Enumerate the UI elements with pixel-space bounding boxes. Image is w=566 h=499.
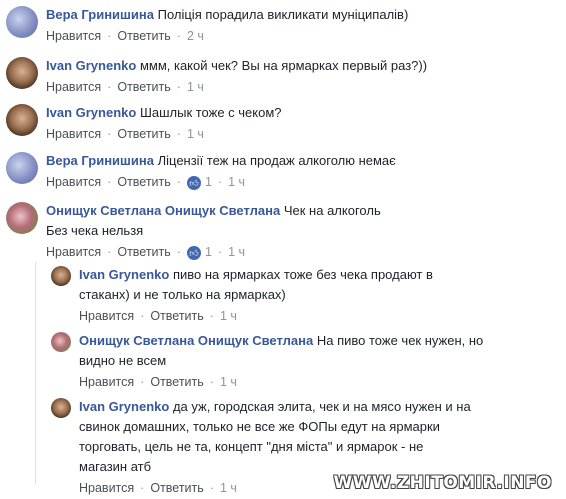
separator: · [176,245,181,259]
avatar[interactable] [6,104,38,136]
separator: · [209,375,214,389]
comment-author[interactable]: Онищук Светлана Онищук Светлана [79,333,313,348]
thumbs-up-icon: 👍︎ [186,245,201,260]
comment-author[interactable]: Онищук Светлана Онищук Светлана [46,203,280,218]
reply-button[interactable]: Ответить [150,308,203,325]
comment-text: Поліція порадила викликати муніципалів) [157,7,409,22]
separator: · [217,245,223,259]
separator: · [107,245,112,259]
avatar[interactable] [6,57,38,89]
comment-author[interactable]: Ivan Grynenko [46,58,136,73]
separator: · [140,481,145,495]
comment-text: На пиво тоже чек нужен, но [316,333,484,348]
timestamp[interactable]: 1 ч [220,374,237,391]
like-button[interactable]: Нравится [79,308,134,325]
separator: · [140,309,145,323]
timestamp[interactable]: 1 ч [220,480,237,497]
comment: Вера Гринишина Поліція порадила викликат… [6,6,408,45]
timestamp[interactable]: 2 ч [187,28,204,45]
like-button[interactable]: Нравится [46,174,101,191]
avatar[interactable] [6,152,38,184]
comment-text: да уж, городская элита, чек и на мясо ну… [172,399,471,414]
reply-button[interactable]: Ответить [117,126,170,143]
like-button[interactable]: Нравится [79,480,134,497]
avatar[interactable] [51,266,71,286]
avatar[interactable] [6,202,38,234]
like-button[interactable]: Нравится [46,79,101,96]
reply-button[interactable]: Ответить [117,174,170,191]
comment: Ivan Grynenko Шашлык тоже с чеком? Нрави… [6,104,282,143]
separator: · [176,80,181,94]
reply-button[interactable]: Ответить [117,79,170,96]
like-button[interactable]: Нравится [46,28,101,45]
timestamp[interactable]: 1 ч [187,126,204,143]
separator: · [176,175,181,189]
separator: · [209,309,214,323]
reply-button[interactable]: Ответить [117,28,170,45]
comment-author[interactable]: Ivan Grynenko [46,105,136,120]
comment-author[interactable]: Ivan Grynenko [79,399,169,414]
comment-text-line: свинок домашних, только не все же ФОПы е… [79,419,440,434]
like-button[interactable]: Нравится [46,244,101,261]
separator: · [107,29,112,43]
timestamp[interactable]: 1 ч [220,308,237,325]
comment: Онищук Светлана Онищук Светлана Чек на а… [6,202,381,261]
comment: Вера Гринишина Ліцензії теж на продаж ал… [6,152,396,191]
avatar[interactable] [51,332,71,352]
reply-comment: Ivan Grynenko пиво на ярмарках тоже без … [51,266,433,325]
separator: · [176,29,181,43]
separator: · [209,481,214,495]
separator: · [140,375,145,389]
like-button[interactable]: Нравится [79,374,134,391]
comment-text: ммм, какой чек? Вы на ярмарках первый ра… [139,58,428,73]
comment-text: Шашлык тоже с чеком? [139,105,282,120]
like-count: 1 [204,175,212,189]
comment-author[interactable]: Ivan Grynenko [79,267,169,282]
reply-button[interactable]: Ответить [150,374,203,391]
comment: Ivan Grynenko ммм, какой чек? Вы на ярма… [6,57,427,96]
comment-author[interactable]: Вера Гринишина [46,153,154,168]
avatar[interactable] [6,6,38,38]
comment-text-line: торговать, цель не та, концепт "дня міст… [79,439,424,454]
avatar[interactable] [51,398,71,418]
separator: · [107,80,112,94]
separator: · [107,127,112,141]
reply-button[interactable]: Ответить [150,480,203,497]
separator: · [217,175,223,189]
comment-text: Чек на алкоголь [283,203,381,218]
comment-author[interactable]: Вера Гринишина [46,7,154,22]
comment-text: пиво на ярмарках тоже без чека продают в [172,267,433,282]
watermark: WWW.ZHITOMIR.INFO [333,473,552,493]
separator: · [107,175,112,189]
reply-button[interactable]: Ответить [117,244,170,261]
separator: · [176,127,181,141]
reaction-count[interactable]: 👍︎ 1 [186,244,212,261]
timestamp[interactable]: 1 ч [228,174,245,191]
timestamp[interactable]: 1 ч [187,79,204,96]
comment-text: Ліцензії теж на продаж алкоголю немає [157,153,396,168]
comment-text-line: видно не всем [79,353,167,368]
like-count: 1 [204,245,212,259]
thumbs-up-icon: 👍︎ [186,175,201,190]
comment-text-line: Без чека нельзя [46,223,144,238]
comment-text-line: стаканх) и не только на ярмарках) [79,287,286,302]
reply-thread-line [35,262,36,484]
like-button[interactable]: Нравится [46,126,101,143]
timestamp[interactable]: 1 ч [228,244,245,261]
reply-comment: Онищук Светлана Онищук Светлана На пиво … [51,332,483,391]
reaction-count[interactable]: 👍︎ 1 [186,174,212,191]
